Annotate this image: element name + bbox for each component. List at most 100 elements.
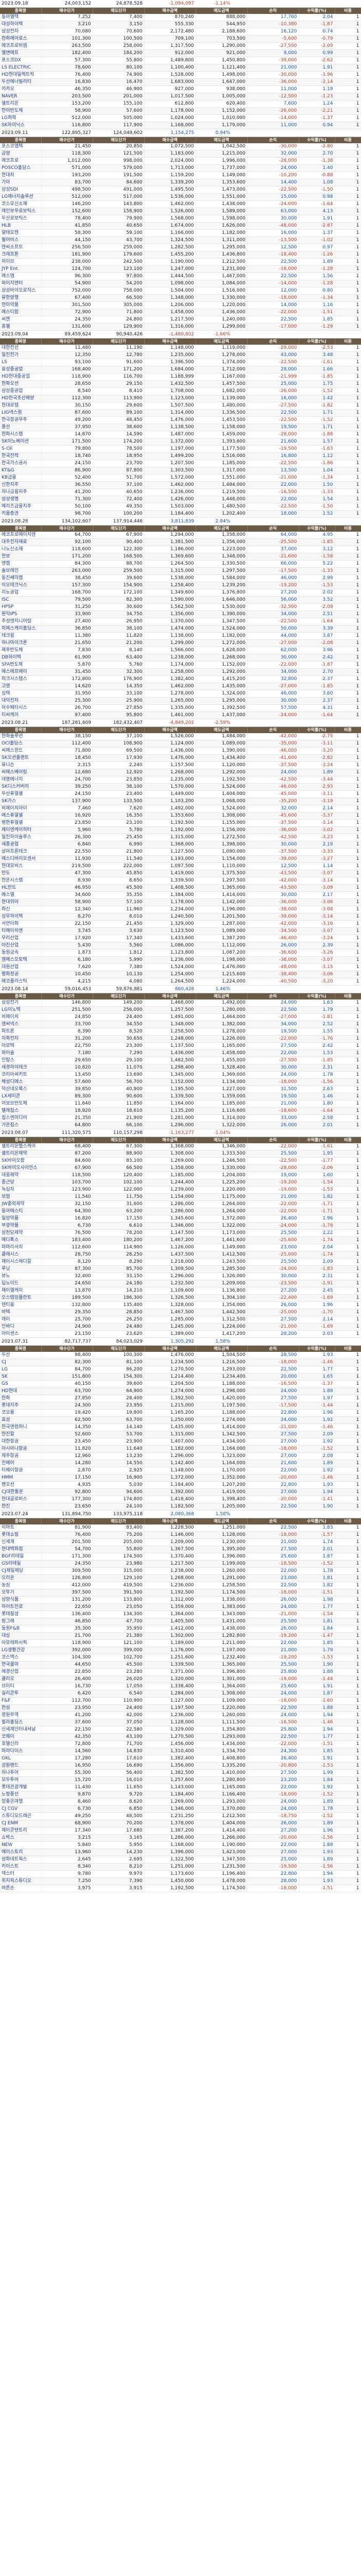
stock-name-link[interactable]: 대한항공 bbox=[0, 1438, 42, 1446]
stock-name-link[interactable]: 삼천당제약 bbox=[0, 1229, 42, 1237]
stock-name-link[interactable]: 엘앤에프 bbox=[0, 49, 42, 57]
stock-name-link[interactable]: 동아엘텍 bbox=[0, 14, 42, 21]
stock-name-link[interactable]: 두산퓨얼셀 bbox=[0, 790, 42, 798]
stock-name-link[interactable]: CJ CGV bbox=[0, 1805, 42, 1813]
stock-name-link[interactable]: POSCO홀딩스 bbox=[0, 164, 42, 172]
stock-name-link[interactable]: 상아프론테크 bbox=[0, 848, 42, 856]
stock-name-link[interactable]: LIG넥스원 bbox=[0, 409, 42, 417]
stock-name-link[interactable]: 강원랜드 bbox=[0, 1762, 42, 1770]
stock-name-link[interactable]: 빙그레 bbox=[0, 1618, 42, 1625]
stock-name-link[interactable]: 범한퓨얼셀 bbox=[0, 819, 42, 827]
stock-name-link[interactable]: 오스템임플란트 bbox=[0, 1294, 42, 1302]
stock-name-link[interactable]: GS bbox=[0, 1380, 42, 1388]
stock-name-link[interactable]: SFA반도체 bbox=[0, 661, 42, 669]
stock-name-link[interactable]: 애경산업 bbox=[0, 1668, 42, 1676]
stock-name-link[interactable]: 모두투어 bbox=[0, 1776, 42, 1784]
stock-name-link[interactable]: 코스모신소재 bbox=[0, 200, 42, 208]
stock-name-link[interactable]: 파마리서치 bbox=[0, 1244, 42, 1251]
stock-name-link[interactable]: 제주반도체 bbox=[0, 647, 42, 654]
stock-name-link[interactable]: 신세계 bbox=[0, 1538, 42, 1546]
stock-name-link[interactable]: 유한양행 bbox=[0, 294, 42, 302]
stock-name-link[interactable]: 일양약품 bbox=[0, 1215, 42, 1223]
stock-name-link[interactable]: 코리아써키트 bbox=[0, 1071, 42, 1079]
stock-name-link[interactable]: 바텍 bbox=[0, 1309, 42, 1316]
stock-name-link[interactable]: 덱스터 bbox=[0, 1870, 42, 1878]
stock-name-link[interactable]: 아이센스 bbox=[0, 1330, 42, 1338]
stock-name-link[interactable]: 파크시스템스 bbox=[0, 675, 42, 683]
stock-name-link[interactable]: 인탑스 bbox=[0, 1057, 42, 1064]
stock-name-link[interactable]: 제이엘케이 bbox=[0, 1287, 42, 1295]
stock-name-link[interactable]: 제주항공 bbox=[0, 1452, 42, 1460]
stock-name-link[interactable]: 한국콜마 bbox=[0, 1661, 42, 1669]
stock-name-link[interactable]: 셀트리온헬스케어 bbox=[0, 1143, 42, 1150]
stock-name-link[interactable]: 한국전력 bbox=[0, 452, 42, 460]
stock-name-link[interactable]: 두산로보틱스 bbox=[0, 215, 42, 223]
stock-name-link[interactable]: 금양 bbox=[0, 150, 42, 158]
stock-name-link[interactable]: 하나투어 bbox=[0, 1769, 42, 1777]
stock-name-link[interactable]: 한섬 bbox=[0, 1704, 42, 1712]
stock-name-link[interactable]: 칩스앤미디어 bbox=[0, 1114, 42, 1122]
stock-name-link[interactable]: 제이시스메디칼 bbox=[0, 1258, 42, 1266]
stock-name-link[interactable]: 고영 bbox=[0, 683, 42, 690]
stock-name-link[interactable]: 우리산업 bbox=[0, 935, 42, 942]
stock-name-link[interactable]: 삼성전기 bbox=[0, 999, 42, 1007]
stock-name-link[interactable]: 인바디 bbox=[0, 1323, 42, 1331]
stock-name-link[interactable]: 포스코엠텍 bbox=[0, 143, 42, 150]
stock-name-link[interactable]: 효성중공업 bbox=[0, 366, 42, 374]
stock-name-link[interactable]: 덴티움 bbox=[0, 1301, 42, 1309]
stock-name-link[interactable]: 아모레퍼시픽 bbox=[0, 1639, 42, 1647]
stock-name-link[interactable]: OCI홀딩스 bbox=[0, 740, 42, 748]
stock-name-link[interactable]: 삼성생명 bbox=[0, 496, 42, 503]
stock-name-link[interactable]: 기아 bbox=[0, 179, 42, 187]
stock-name-link[interactable]: 한진 bbox=[0, 1503, 42, 1511]
stock-name-link[interactable]: CJ제일제당 bbox=[0, 1567, 42, 1575]
stock-name-link[interactable]: KT&G bbox=[0, 467, 42, 474]
stock-name-link[interactable]: HMM bbox=[0, 1474, 42, 1482]
stock-name-link[interactable]: SK바이오사이언스 bbox=[0, 1164, 42, 1172]
stock-name-link[interactable]: 신한지주 bbox=[0, 481, 42, 489]
stock-name-link[interactable]: 엠에스오토텍 bbox=[0, 956, 42, 964]
stock-name-link[interactable]: 코웨이 bbox=[0, 1733, 42, 1741]
stock-name-link[interactable]: 오뚜기 bbox=[0, 1589, 42, 1597]
stock-name-link[interactable]: LS bbox=[0, 359, 42, 366]
stock-name-link[interactable]: 휴젤 bbox=[0, 323, 42, 331]
stock-name-link[interactable]: 세경하이테크 bbox=[0, 1064, 42, 1072]
stock-name-link[interactable]: 가온칩스 bbox=[0, 1122, 42, 1129]
stock-name-link[interactable]: 롯데지주 bbox=[0, 1402, 42, 1410]
stock-name-link[interactable]: 쇼박스 bbox=[0, 1834, 42, 1842]
stock-name-link[interactable]: 에스퓨얼셀 bbox=[0, 812, 42, 820]
stock-name-link[interactable]: 참좋은여행 bbox=[0, 1798, 42, 1806]
stock-name-link[interactable]: 클리오 bbox=[0, 1675, 42, 1683]
stock-name-link[interactable]: 에스디바이오센서 bbox=[0, 855, 42, 863]
stock-name-link[interactable]: 어보브반도체 bbox=[0, 1100, 42, 1108]
stock-name-link[interactable]: 한국항공우주 bbox=[0, 416, 42, 424]
stock-name-link[interactable]: 심텍 bbox=[0, 690, 42, 698]
stock-name-link[interactable]: 한미약품 bbox=[0, 301, 42, 309]
stock-name-link[interactable]: SK바이오팜 bbox=[0, 1157, 42, 1165]
stock-name-link[interactable]: 대명에너지 bbox=[0, 776, 42, 784]
stock-name-link[interactable]: 에이스토리 bbox=[0, 1849, 42, 1856]
stock-name-link[interactable]: 바른손 bbox=[0, 1885, 42, 1892]
stock-name-link[interactable]: 에스에프에이 bbox=[0, 668, 42, 676]
stock-name-link[interactable]: 에코프로비엠 bbox=[0, 42, 42, 50]
stock-name-link[interactable]: 에스티팜 bbox=[0, 309, 42, 316]
stock-name-link[interactable]: 펄어비스 bbox=[0, 236, 42, 244]
stock-name-link[interactable]: 이수페타시스 bbox=[0, 704, 42, 712]
stock-name-link[interactable]: 엔씨소프트 bbox=[0, 244, 42, 251]
stock-name-link[interactable]: 코스맥스 bbox=[0, 1654, 42, 1662]
stock-name-link[interactable]: 키움증권 bbox=[0, 510, 42, 518]
stock-name-link[interactable]: 호텔신라 bbox=[0, 1740, 42, 1748]
stock-name-link[interactable]: 현대글로비스 bbox=[0, 1496, 42, 1503]
stock-name-link[interactable]: 뷰노 bbox=[0, 1273, 42, 1280]
stock-name-link[interactable]: 알테오젠 bbox=[0, 229, 42, 237]
stock-name-link[interactable]: LG bbox=[0, 1366, 42, 1374]
stock-name-link[interactable]: SK bbox=[0, 1373, 42, 1381]
stock-name-link[interactable]: 삼화네트웍스 bbox=[0, 1856, 42, 1863]
stock-name-link[interactable]: 삼양식품 bbox=[0, 1596, 42, 1604]
stock-name-link[interactable]: 녹십자 bbox=[0, 1186, 42, 1194]
stock-name-link[interactable]: 에코플라스틱 bbox=[0, 978, 42, 986]
stock-name-link[interactable]: 평화정공 bbox=[0, 971, 42, 978]
stock-name-link[interactable]: CJ대한통운 bbox=[0, 1488, 42, 1496]
stock-name-link[interactable]: 동아에스티 bbox=[0, 1208, 42, 1215]
stock-name-link[interactable]: 메디톡스 bbox=[0, 1236, 42, 1244]
